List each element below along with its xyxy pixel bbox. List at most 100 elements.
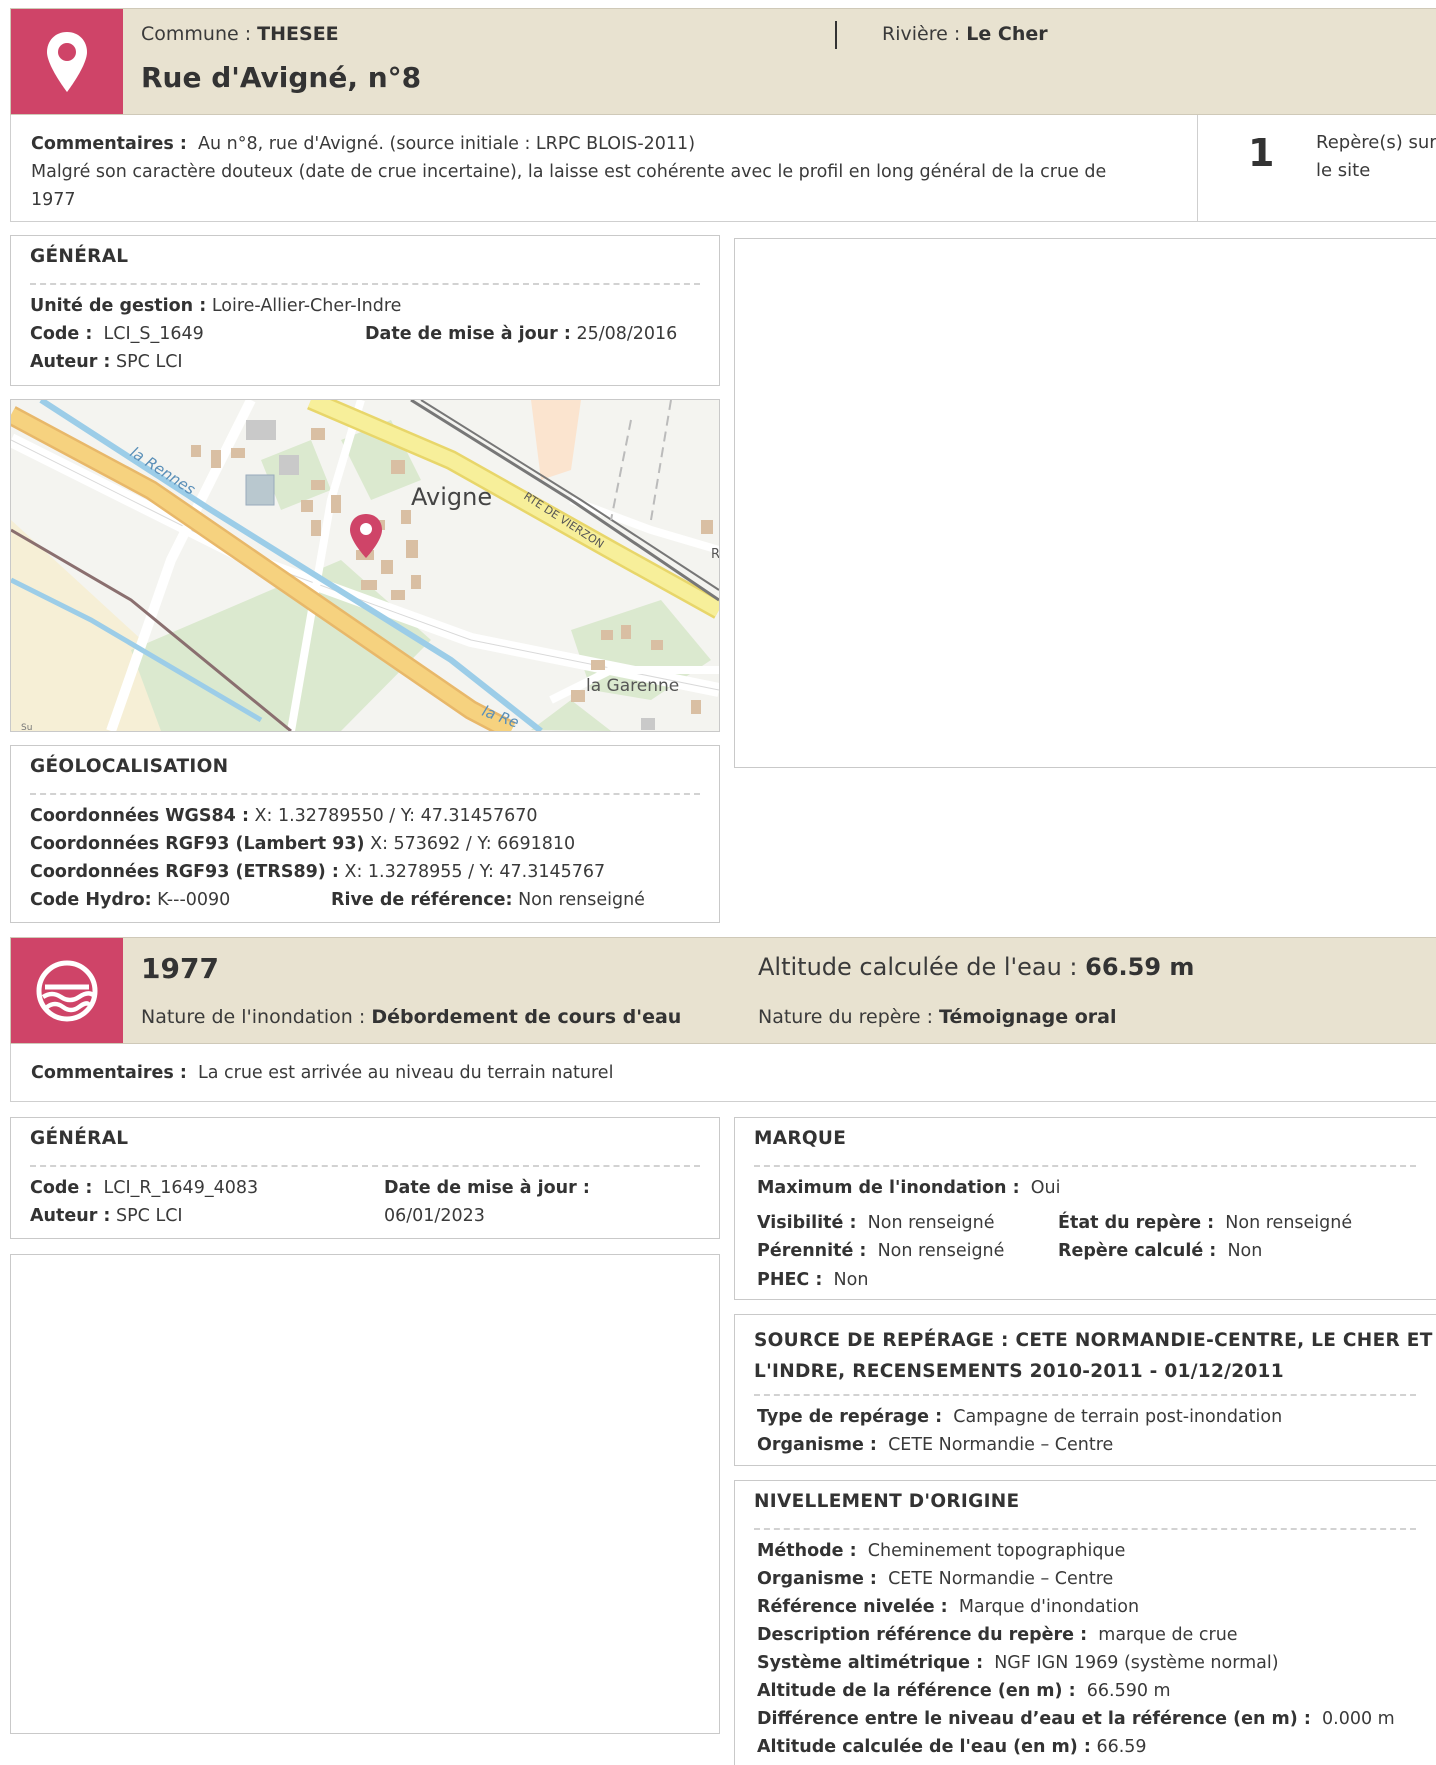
field-label: Système altimétrique : bbox=[757, 1653, 984, 1673]
coord-lambert93: Coordonnées RGF93 (Lambert 93) X: 573692… bbox=[30, 834, 575, 854]
marque-title: MARQUE bbox=[754, 1128, 847, 1149]
field-label: Code : bbox=[30, 324, 93, 344]
event-repere-nature: Nature du repère : Témoignage oral bbox=[758, 1006, 1117, 1028]
geolocation-title: GÉOLOCALISATION bbox=[30, 756, 229, 777]
field-label: Organisme : bbox=[757, 1569, 877, 1589]
altitude-value: 66.59 m bbox=[1085, 953, 1195, 981]
organisme: Organisme : CETE Normandie – Centre bbox=[757, 1435, 1113, 1455]
field-label: Description référence du repère : bbox=[757, 1625, 1088, 1645]
event-header: 1977 Altitude calculée de l'eau : 66.59 … bbox=[10, 937, 1436, 1044]
date-maj-label: Date de mise à jour : bbox=[384, 1178, 590, 1198]
flood-wave-icon bbox=[11, 938, 123, 1043]
coord-etrs89: Coordonnées RGF93 (ETRS89) : X: 1.327895… bbox=[30, 862, 605, 882]
commune-value: THESEE bbox=[257, 23, 339, 45]
repere-count-label: Repère(s) sur le site bbox=[1316, 129, 1436, 185]
comment-value: La crue est arrivée au niveau du terrain… bbox=[197, 1063, 614, 1083]
systeme-altimetrique: Système altimétrique : NGF IGN 1969 (sys… bbox=[757, 1653, 1279, 1673]
photo-panel bbox=[734, 238, 1436, 768]
field-label: État du repère : bbox=[1058, 1213, 1215, 1233]
comment-label: Commentaires : bbox=[31, 134, 187, 154]
comment-label: Commentaires : bbox=[31, 1063, 187, 1083]
map-label-su: Su bbox=[21, 723, 32, 731]
organisme: Organisme : CETE Normandie – Centre bbox=[757, 1569, 1113, 1589]
type-reperage: Type de repérage : Campagne de terrain p… bbox=[757, 1407, 1282, 1427]
field-label: Altitude calculée de l'eau (en m) : bbox=[757, 1737, 1091, 1757]
general-title: GÉNÉRAL bbox=[30, 246, 129, 267]
methode: Méthode : Cheminement topographique bbox=[757, 1541, 1125, 1561]
field-label: Date de mise à jour : bbox=[365, 324, 571, 344]
field-label: Auteur : bbox=[30, 352, 111, 372]
field-value: Oui bbox=[1030, 1178, 1061, 1198]
field-value: 25/08/2016 bbox=[576, 324, 678, 344]
repere-photo-panel bbox=[10, 1254, 720, 1734]
site-comment-box: Commentaires : Au n°8, rue d'Avigné. (so… bbox=[10, 115, 1436, 222]
source-title-line: SOURCE DE REPÉRAGE : CETE NORMANDIE-CENT… bbox=[754, 1330, 1433, 1351]
field-label: Coordonnées WGS84 : bbox=[30, 806, 249, 826]
repere-count: 1 bbox=[1248, 131, 1275, 175]
field-label: Repère calculé : bbox=[1058, 1241, 1217, 1261]
source-title: SOURCE DE REPÉRAGE : CETE NORMANDIE-CENT… bbox=[754, 1325, 1433, 1387]
field-label: Code : bbox=[30, 1178, 93, 1198]
field-value: SPC LCI bbox=[116, 352, 183, 372]
phec: PHEC : Non bbox=[757, 1270, 868, 1290]
geolocation-panel: GÉOLOCALISATION Coordonnées WGS84 : X: 1… bbox=[10, 745, 720, 923]
map-panel[interactable]: la Rennes Avigne RTE DE VIERZON la Garen… bbox=[10, 399, 720, 732]
repere-value: Témoignage oral bbox=[939, 1006, 1117, 1028]
field-value: 66.59 bbox=[1096, 1737, 1147, 1757]
perennite: Pérennité : Non renseigné bbox=[757, 1241, 1004, 1261]
field-label: Auteur : bbox=[30, 1206, 111, 1226]
field-label: Type de repérage : bbox=[757, 1407, 943, 1427]
field-value: Campagne de terrain post-inondation bbox=[953, 1407, 1283, 1427]
field-value: CETE Normandie – Centre bbox=[888, 1569, 1114, 1589]
commune: Commune : THESEE bbox=[141, 23, 339, 45]
field-value: K---0090 bbox=[157, 890, 231, 910]
field-value: Marque d'inondation bbox=[958, 1597, 1140, 1617]
field-label: Date de mise à jour : bbox=[384, 1178, 590, 1198]
field-value: Non renseigné bbox=[867, 1213, 995, 1233]
description-reference: Description référence du repère : marque… bbox=[757, 1625, 1238, 1645]
code: Code : LCI_R_1649_4083 bbox=[30, 1178, 258, 1198]
marque-panel: MARQUE Maximum de l'inondation : Oui Vis… bbox=[734, 1117, 1436, 1300]
nivellement-title: NIVELLEMENT D'ORIGINE bbox=[754, 1491, 1020, 1512]
field-value: Non renseigné bbox=[518, 890, 645, 910]
event-altitude: Altitude calculée de l'eau : 66.59 m bbox=[758, 953, 1194, 981]
code: Code : LCI_S_1649 bbox=[30, 324, 204, 344]
comment-line: Malgré son caractère douteux (date de cr… bbox=[31, 162, 1107, 182]
field-value: Cheminement topographique bbox=[867, 1541, 1126, 1561]
field-value: 0.000 m bbox=[1322, 1709, 1395, 1729]
source-title-line: L'INDRE, RECENSEMENTS 2010-2011 - 01/12/… bbox=[754, 1361, 1284, 1382]
divider bbox=[30, 793, 700, 795]
source-panel: SOURCE DE REPÉRAGE : CETE NORMANDIE-CENT… bbox=[734, 1314, 1436, 1466]
general-repere-title: GÉNÉRAL bbox=[30, 1128, 129, 1149]
field-label: Rive de référence: bbox=[331, 890, 513, 910]
map-label-garenne: la Garenne bbox=[586, 676, 679, 696]
divider bbox=[754, 1528, 1416, 1530]
unite-gestion: Unité de gestion : Loire-Allier-Cher-Ind… bbox=[30, 296, 401, 316]
comment-line: Au n°8, rue d'Avigné. (source initiale :… bbox=[197, 134, 696, 154]
general-panel: GÉNÉRAL Unité de gestion : Loire-Allier-… bbox=[10, 235, 720, 386]
event-comment-box: Commentaires : La crue est arrivée au ni… bbox=[10, 1044, 1436, 1102]
event-comment: Commentaires : La crue est arrivée au ni… bbox=[31, 1063, 613, 1083]
date-maj-value: 06/01/2023 bbox=[384, 1206, 485, 1226]
code-hydro: Code Hydro: K---0090 bbox=[30, 890, 230, 910]
field-label: Organisme : bbox=[757, 1435, 877, 1455]
field-value: X: 1.32789550 / Y: 47.31457670 bbox=[254, 806, 538, 826]
auteur: Auteur : SPC LCI bbox=[30, 352, 183, 372]
altitude-eau: Altitude calculée de l'eau (en m) : 66.5… bbox=[757, 1737, 1147, 1757]
nivellement-panel: NIVELLEMENT D'ORIGINE Méthode : Cheminem… bbox=[734, 1480, 1436, 1765]
date-maj: Date de mise à jour : 25/08/2016 bbox=[365, 324, 677, 344]
riviere-value: Le Cher bbox=[966, 23, 1048, 45]
field-value: LCI_S_1649 bbox=[103, 324, 204, 344]
visibilite: Visibilité : Non renseigné bbox=[757, 1213, 994, 1233]
etat-repere: État du repère : Non renseigné bbox=[1058, 1213, 1352, 1233]
event-year: 1977 bbox=[141, 952, 219, 985]
map-canvas[interactable]: la Rennes Avigne RTE DE VIERZON la Garen… bbox=[11, 400, 719, 731]
field-label: Maximum de l'inondation : bbox=[757, 1178, 1020, 1198]
field-value: Non bbox=[833, 1270, 869, 1290]
map-label-r: R bbox=[711, 547, 719, 562]
altitude-reference: Altitude de la référence (en m) : 66.590… bbox=[757, 1681, 1171, 1701]
difference-niveau: Différence entre le niveau d’eau et la r… bbox=[757, 1709, 1395, 1729]
field-value: Non renseigné bbox=[1225, 1213, 1353, 1233]
commune-label: Commune : bbox=[141, 23, 258, 45]
reference-nivelee: Référence nivelée : Marque d'inondation bbox=[757, 1597, 1139, 1617]
